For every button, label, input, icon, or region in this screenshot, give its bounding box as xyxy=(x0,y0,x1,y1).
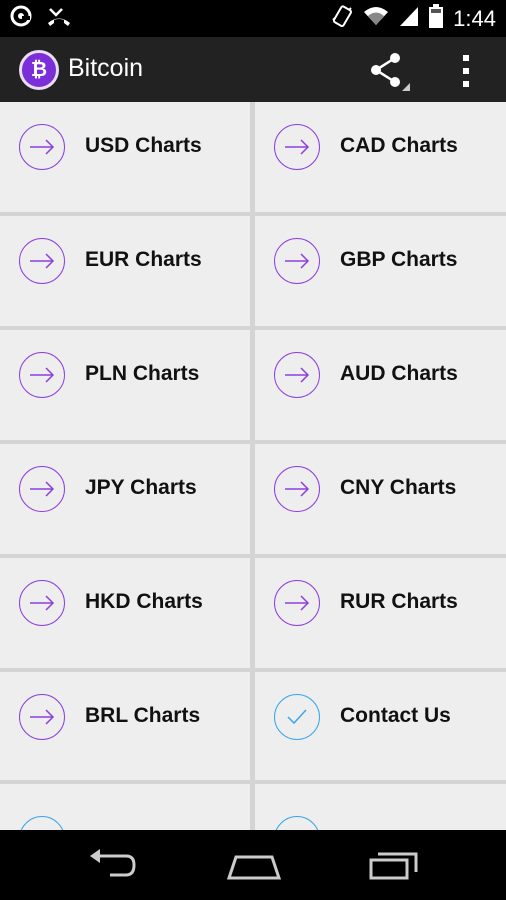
app-title: Bitcoin xyxy=(68,54,144,82)
arrow-right-icon xyxy=(19,124,65,170)
status-time: 1:44 xyxy=(453,5,496,31)
arrow-right-icon xyxy=(274,238,320,284)
tile-aud-charts[interactable]: AUD Charts xyxy=(255,330,506,440)
status-bar: 1:44 xyxy=(0,0,506,37)
overflow-menu-button[interactable] xyxy=(450,51,482,91)
arrow-right-icon xyxy=(19,694,65,740)
tile-label: JPY Charts xyxy=(85,476,197,499)
tile-usd-charts[interactable]: USD Charts xyxy=(0,102,250,212)
vibrate-icon xyxy=(331,4,353,33)
recent-apps-button[interactable] xyxy=(368,848,420,887)
tile-label: AUD Charts xyxy=(340,362,458,385)
recent-apps-icon xyxy=(368,852,420,886)
checkmark-icon xyxy=(274,694,320,740)
notification-icon xyxy=(10,5,32,32)
tile-label: HKD Charts xyxy=(85,590,203,613)
arrow-right-icon xyxy=(19,580,65,626)
tile-gbp-charts[interactable]: GBP Charts xyxy=(255,216,506,326)
tile-label: PLN Charts xyxy=(85,362,200,385)
tile-label: RUR Charts xyxy=(340,590,458,613)
arrow-right-icon xyxy=(274,352,320,398)
arrow-right-icon xyxy=(19,466,65,512)
tile-rur-charts[interactable]: RUR Charts xyxy=(255,558,506,668)
tile-hkd-charts[interactable]: HKD Charts xyxy=(0,558,250,668)
tile-pln-charts[interactable]: PLN Charts xyxy=(0,330,250,440)
tile-label: CNY Charts xyxy=(340,476,457,499)
action-bar: ₿ Bitcoin xyxy=(0,37,506,103)
home-button[interactable] xyxy=(226,848,282,887)
arrow-right-icon xyxy=(274,466,320,512)
tile-contact-us[interactable]: Contact Us xyxy=(255,672,506,780)
missed-call-icon xyxy=(46,5,72,32)
navigation-bar xyxy=(0,830,506,900)
partial-circle-icon xyxy=(19,816,65,830)
back-button[interactable] xyxy=(86,848,138,887)
wifi-icon xyxy=(363,5,389,32)
arrow-right-icon xyxy=(274,124,320,170)
partial-circle-icon xyxy=(274,816,320,830)
tile-partial-right[interactable] xyxy=(255,784,506,830)
arrow-right-icon xyxy=(19,238,65,284)
share-icon xyxy=(366,53,410,97)
bitcoin-logo-icon[interactable]: ₿ xyxy=(19,50,59,90)
overflow-menu-icon xyxy=(450,55,482,95)
tile-eur-charts[interactable]: EUR Charts xyxy=(0,216,250,326)
signal-icon xyxy=(399,5,419,32)
tile-label: GBP Charts xyxy=(340,248,458,271)
tile-label: Contact Us xyxy=(340,704,451,727)
battery-icon xyxy=(429,4,444,33)
tile-label: EUR Charts xyxy=(85,248,202,271)
tile-brl-charts[interactable]: BRL Charts xyxy=(0,672,250,780)
tile-cad-charts[interactable]: CAD Charts xyxy=(255,102,506,212)
tile-jpy-charts[interactable]: JPY Charts xyxy=(0,444,250,554)
home-icon xyxy=(226,855,282,886)
currency-grid: USD Charts CAD Charts EUR Charts GBP Cha… xyxy=(0,102,506,830)
tile-partial-left[interactable] xyxy=(0,784,250,830)
share-button[interactable] xyxy=(366,49,410,93)
arrow-right-icon xyxy=(274,580,320,626)
tile-label: USD Charts xyxy=(85,134,202,157)
arrow-right-icon xyxy=(19,352,65,398)
tile-cny-charts[interactable]: CNY Charts xyxy=(255,444,506,554)
back-icon xyxy=(86,849,138,886)
tile-label: CAD Charts xyxy=(340,134,458,157)
tile-label: BRL Charts xyxy=(85,704,201,727)
